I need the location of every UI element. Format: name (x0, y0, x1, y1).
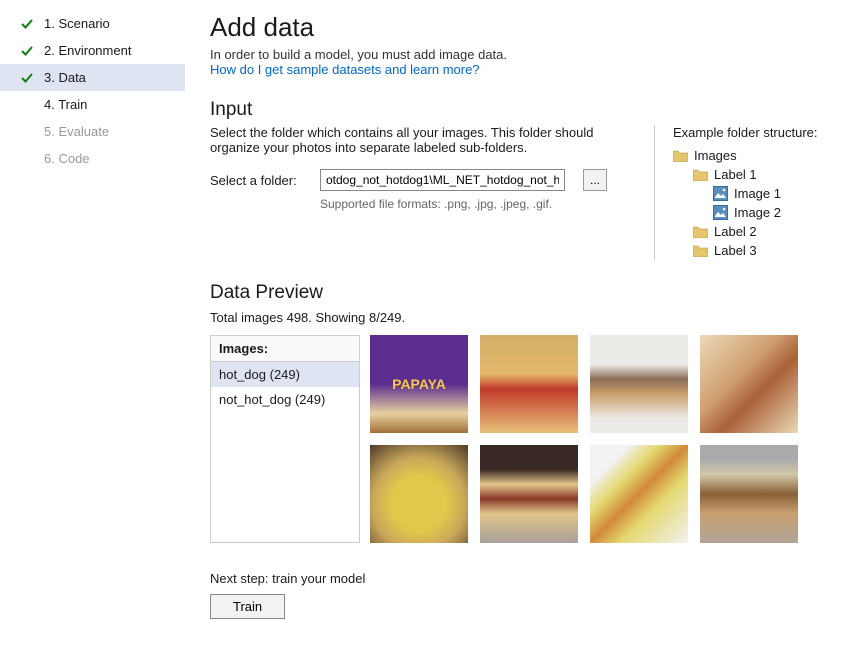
step-label: 5. Evaluate (44, 124, 109, 139)
train-button[interactable]: Train (210, 594, 285, 619)
category-count: (249) (295, 392, 325, 407)
preview-section-title: Data Preview (210, 282, 829, 304)
preview-thumb[interactable] (700, 445, 798, 543)
main-content: Add data In order to build a model, you … (185, 0, 849, 655)
preview-thumb[interactable]: PAPAYA (370, 335, 468, 433)
category-panel: Images: hot_dog (249) not_hot_dog (249) (210, 335, 360, 543)
folder-path-input[interactable] (320, 169, 565, 191)
page-title: Add data (210, 12, 829, 43)
preview-thumb[interactable] (590, 445, 688, 543)
preview-thumb[interactable] (480, 335, 578, 433)
thumbnail-grid: PAPAYA (370, 335, 798, 543)
supported-formats: Supported file formats: .png, .jpg, .jpe… (320, 197, 624, 211)
step-train[interactable]: 4. Train (0, 91, 185, 118)
wizard-sidebar: 1. Scenario 2. Environment 3. Data 4. Tr… (0, 0, 185, 655)
folder-icon (673, 150, 688, 162)
step-label: 1. Scenario (44, 16, 110, 31)
category-not-hot-dog[interactable]: not_hot_dog (249) (211, 387, 359, 412)
preview-thumb[interactable] (370, 445, 468, 543)
page-description: In order to build a model, you must add … (210, 47, 829, 62)
preview-thumb[interactable] (480, 445, 578, 543)
step-code: 6. Code (0, 145, 185, 172)
image-icon (713, 186, 728, 201)
category-label: hot_dog (219, 367, 266, 382)
folder-icon (693, 245, 708, 257)
browse-button[interactable]: ... (583, 169, 607, 191)
tree-label1: Label 1 (673, 165, 829, 184)
preview-thumb[interactable] (590, 335, 688, 433)
step-evaluate: 5. Evaluate (0, 118, 185, 145)
tree-label: Image 2 (734, 205, 781, 220)
step-data[interactable]: 3. Data (0, 64, 185, 91)
check-icon (20, 71, 34, 85)
step-label: 6. Code (44, 151, 90, 166)
tree-label: Image 1 (734, 186, 781, 201)
tree-root: Images (673, 146, 829, 165)
tree-image2: Image 2 (673, 203, 829, 222)
step-scenario[interactable]: 1. Scenario (0, 10, 185, 37)
folder-icon (693, 226, 708, 238)
tree-label: Label 3 (714, 243, 757, 258)
tree-label: Label 2 (714, 224, 757, 239)
category-label: not_hot_dog (219, 392, 291, 407)
category-header: Images: (211, 336, 359, 362)
help-link[interactable]: How do I get sample datasets and learn m… (210, 62, 480, 77)
step-label: 3. Data (44, 70, 86, 85)
next-step-text: Next step: train your model (210, 571, 829, 586)
tree-label2: Label 2 (673, 222, 829, 241)
folder-icon (693, 169, 708, 181)
image-icon (713, 205, 728, 220)
step-environment[interactable]: 2. Environment (0, 37, 185, 64)
category-hot-dog[interactable]: hot_dog (249) (211, 362, 359, 387)
tree-image1: Image 1 (673, 184, 829, 203)
tree-header: Example folder structure: (673, 125, 829, 140)
preview-thumb[interactable] (700, 335, 798, 433)
check-icon (20, 44, 34, 58)
input-section-title: Input (210, 99, 829, 121)
tree-label: Label 1 (714, 167, 757, 182)
select-folder-label: Select a folder: (210, 173, 302, 188)
preview-summary: Total images 498. Showing 8/249. (210, 310, 829, 325)
check-icon (20, 17, 34, 31)
tree-label: Images (694, 148, 737, 163)
step-label: 4. Train (44, 97, 87, 112)
folder-tree: Images Label 1 Image 1 Image 2 Label 2 (673, 146, 829, 260)
input-instructions: Select the folder which contains all you… (210, 125, 624, 155)
category-count: (249) (270, 367, 300, 382)
tree-label3: Label 3 (673, 241, 829, 260)
step-label: 2. Environment (44, 43, 131, 58)
